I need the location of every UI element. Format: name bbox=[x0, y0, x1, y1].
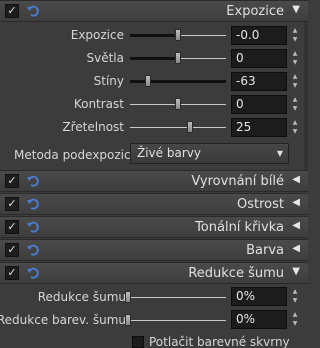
spin-up-icon[interactable]: ▲ bbox=[289, 72, 301, 81]
section-header-noise-reduction[interactable]: ✓ Redukce šumu ▼ bbox=[0, 262, 308, 284]
collapse-arrow-icon[interactable]: ▼ bbox=[292, 4, 300, 15]
spinner[interactable]: ▲ ▼ bbox=[289, 26, 301, 45]
spin-down-icon[interactable]: ▼ bbox=[289, 58, 301, 67]
slider-thumb[interactable] bbox=[125, 291, 131, 303]
suppress-color-patches-checkbox[interactable] bbox=[132, 336, 144, 348]
underexposure-method-select[interactable]: Živé barvy ▼ bbox=[130, 143, 289, 164]
expand-arrow-icon[interactable]: ◀ bbox=[292, 220, 300, 231]
undo-icon[interactable] bbox=[26, 4, 40, 18]
slider-label: Kontrast bbox=[73, 97, 124, 111]
section-title-color: Barva bbox=[246, 243, 284, 258]
spinner[interactable]: ▲ ▼ bbox=[289, 118, 301, 137]
slider-row-zretelnost: Zřetelnost 25 ▲ ▼ bbox=[0, 117, 308, 139]
value-field[interactable]: -0.0 bbox=[231, 26, 287, 45]
slider-track[interactable] bbox=[130, 98, 226, 110]
slider-thumb[interactable] bbox=[187, 121, 193, 133]
undo-icon[interactable] bbox=[26, 174, 40, 188]
section-header-white-balance[interactable]: ✓ Vyrovnání bílé ◀ bbox=[0, 170, 308, 192]
slider-thumb[interactable] bbox=[175, 52, 181, 64]
slider-label: Expozice bbox=[70, 28, 124, 42]
slider-thumb[interactable] bbox=[175, 29, 181, 41]
value-field[interactable]: 0 bbox=[231, 49, 287, 68]
slider-thumb[interactable] bbox=[145, 75, 151, 87]
underexposure-method-label: Metoda podexpozice bbox=[14, 148, 138, 162]
slider-track[interactable] bbox=[128, 320, 226, 321]
scrollbar[interactable] bbox=[304, 22, 308, 172]
slider-label: Stíny bbox=[93, 74, 124, 88]
spin-down-icon[interactable]: ▼ bbox=[289, 104, 301, 113]
slider-label: Redukce barev. šumu bbox=[0, 313, 126, 327]
slider-label: Světla bbox=[86, 51, 125, 65]
spinner[interactable]: ▲ ▼ bbox=[289, 72, 301, 91]
white-balance-enable-checkbox[interactable]: ✓ bbox=[5, 174, 19, 188]
spinner[interactable]: ▲ ▼ bbox=[289, 95, 301, 114]
value-field[interactable]: 25 bbox=[231, 118, 287, 137]
slider-row-kontrast: Kontrast 0 ▲ ▼ bbox=[0, 94, 308, 116]
undo-icon[interactable] bbox=[26, 220, 40, 234]
sharpness-enable-checkbox[interactable]: ✓ bbox=[5, 197, 19, 211]
section-header-exposure[interactable]: ✓ Expozice ▼ bbox=[0, 0, 308, 22]
slider-track[interactable] bbox=[130, 75, 226, 87]
spin-down-icon[interactable]: ▼ bbox=[289, 35, 301, 44]
section-title-white-balance: Vyrovnání bílé bbox=[191, 174, 284, 189]
expand-arrow-icon[interactable]: ◀ bbox=[292, 197, 300, 208]
slider-track[interactable] bbox=[128, 297, 226, 298]
section-title-noise-reduction: Redukce šumu bbox=[188, 266, 284, 281]
slider-track[interactable] bbox=[130, 52, 226, 64]
noise-reduction-enable-checkbox[interactable]: ✓ bbox=[5, 266, 19, 280]
slider-label: Zřetelnost bbox=[62, 120, 124, 134]
spin-up-icon[interactable]: ▲ bbox=[289, 118, 301, 127]
value-field[interactable]: -63 bbox=[231, 72, 287, 91]
value-field[interactable]: 0% bbox=[231, 310, 287, 329]
spin-up-icon[interactable]: ▲ bbox=[289, 26, 301, 35]
section-header-tone-curve[interactable]: ✓ Tonální křivka ◀ bbox=[0, 216, 308, 238]
suppress-color-patches-row: Potlačit barevné skvrny bbox=[0, 334, 308, 348]
slider-row-svetla: Světla 0 ▲ ▼ bbox=[0, 48, 308, 70]
slider-row-noise-reduction: Redukce šumu 0% ▲ ▼ bbox=[0, 286, 308, 308]
slider-thumb[interactable] bbox=[175, 98, 181, 110]
spinner[interactable]: ▲ ▼ bbox=[289, 49, 301, 68]
section-header-sharpness[interactable]: ✓ Ostrost ◀ bbox=[0, 193, 308, 215]
slider-row-color-noise-reduction: Redukce barev. šumu 0% ▲ ▼ bbox=[0, 309, 308, 331]
spin-up-icon[interactable]: ▲ bbox=[289, 287, 301, 296]
spin-down-icon[interactable]: ▼ bbox=[289, 127, 301, 136]
slider-thumb[interactable] bbox=[125, 314, 131, 326]
slider-track[interactable] bbox=[130, 121, 226, 133]
undo-icon[interactable] bbox=[26, 197, 40, 211]
underexposure-method-row: Metoda podexpozice Živé barvy ▼ bbox=[0, 142, 308, 166]
slider-label: Redukce šumu bbox=[37, 290, 126, 304]
expand-arrow-icon[interactable]: ◀ bbox=[292, 243, 300, 254]
slider-row-stiny: Stíny -63 ▲ ▼ bbox=[0, 71, 308, 93]
section-title-exposure: Expozice bbox=[226, 4, 284, 19]
expand-arrow-icon[interactable]: ◀ bbox=[292, 174, 300, 185]
selected-value: Živé barvy bbox=[137, 146, 201, 160]
spin-up-icon[interactable]: ▲ bbox=[289, 49, 301, 58]
spin-up-icon[interactable]: ▲ bbox=[289, 95, 301, 104]
collapse-arrow-icon[interactable]: ▼ bbox=[292, 266, 300, 277]
section-title-sharpness: Ostrost bbox=[237, 197, 284, 212]
slider-track[interactable] bbox=[130, 29, 226, 41]
spin-up-icon[interactable]: ▲ bbox=[289, 310, 301, 319]
section-title-tone-curve: Tonální křivka bbox=[195, 220, 284, 235]
section-header-color[interactable]: ✓ Barva ◀ bbox=[0, 239, 308, 261]
undo-icon[interactable] bbox=[26, 266, 40, 280]
value-field[interactable]: 0% bbox=[231, 287, 287, 306]
value-field[interactable]: 0 bbox=[231, 95, 287, 114]
spin-down-icon[interactable]: ▼ bbox=[289, 81, 301, 90]
tone-curve-enable-checkbox[interactable]: ✓ bbox=[5, 220, 19, 234]
spin-down-icon[interactable]: ▼ bbox=[289, 296, 301, 305]
slider-row-expozice: Expozice -0.0 ▲ ▼ bbox=[0, 25, 308, 47]
suppress-color-patches-label[interactable]: Potlačit barevné skvrny bbox=[149, 335, 290, 348]
dropdown-arrow-icon: ▼ bbox=[276, 149, 283, 158]
spinner[interactable]: ▲ ▼ bbox=[289, 287, 301, 306]
spin-down-icon[interactable]: ▼ bbox=[289, 319, 301, 328]
spinner[interactable]: ▲ ▼ bbox=[289, 310, 301, 329]
color-enable-checkbox[interactable]: ✓ bbox=[5, 243, 19, 257]
undo-icon[interactable] bbox=[26, 243, 40, 257]
exposure-enable-checkbox[interactable]: ✓ bbox=[5, 4, 19, 18]
